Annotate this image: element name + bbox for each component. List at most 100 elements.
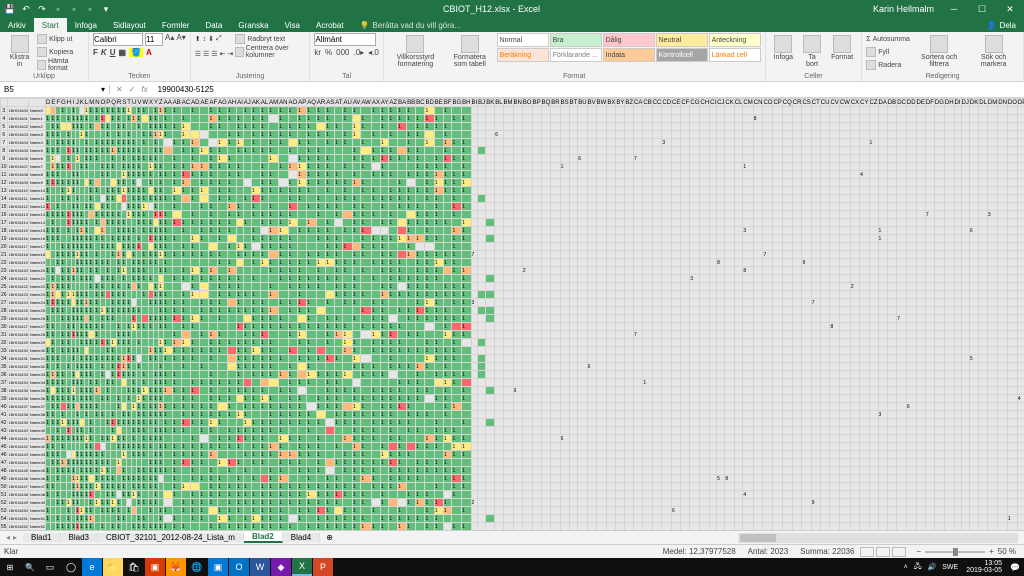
- number-format-select[interactable]: [314, 33, 376, 46]
- excel-icon[interactable]: X: [292, 558, 312, 576]
- search-taskbar-icon[interactable]: 🔍: [20, 563, 40, 572]
- zoom-out-button[interactable]: −: [916, 547, 921, 556]
- save-icon[interactable]: 💾: [4, 3, 16, 15]
- align-middle-icon[interactable]: ↕: [203, 36, 207, 43]
- sheet-tab-blad3[interactable]: Blad3: [61, 533, 98, 542]
- delete-cells-button[interactable]: Ta bort: [799, 33, 825, 70]
- tab-infoga[interactable]: Infoga: [67, 18, 105, 32]
- format-cells-button[interactable]: Format: [827, 33, 857, 63]
- explorer-icon[interactable]: 📁: [103, 558, 123, 576]
- indent-inc-icon[interactable]: ⇥: [227, 50, 233, 58]
- word-icon[interactable]: W: [250, 558, 270, 576]
- fx-icon[interactable]: fx: [141, 85, 147, 94]
- app3-icon[interactable]: ▣: [208, 558, 228, 576]
- undo-icon[interactable]: ↶: [20, 3, 32, 15]
- tray-network-icon[interactable]: 🖧: [914, 562, 922, 573]
- cell-style[interactable]: Kontrollcell: [656, 48, 708, 62]
- tab-granska[interactable]: Granska: [230, 18, 276, 32]
- sheet-nav-prev-icon[interactable]: ◂: [6, 533, 10, 542]
- cortana-icon[interactable]: ◯: [61, 558, 81, 576]
- qat3-icon[interactable]: ▫: [84, 3, 96, 15]
- tab-visa[interactable]: Visa: [277, 18, 308, 32]
- minimize-icon[interactable]: ─: [940, 4, 968, 15]
- tab-arkiv[interactable]: Arkiv: [0, 18, 34, 32]
- app5-icon[interactable]: ◆: [271, 558, 291, 576]
- chevron-down-icon[interactable]: ▾: [101, 85, 105, 94]
- font-size-select[interactable]: [145, 33, 163, 46]
- border-button[interactable]: ▦: [118, 48, 126, 57]
- taskbar-clock[interactable]: 13:05 2019-03-05: [962, 560, 1006, 574]
- inc-decimal-button[interactable]: .0▸: [353, 48, 364, 57]
- cell-styles[interactable]: NormalBraDåligNeutralAnteckningBeräkning…: [497, 33, 761, 62]
- font-color-button[interactable]: A: [146, 48, 152, 57]
- sheet-tab-blad1[interactable]: Blad1: [23, 533, 60, 542]
- find-select-button[interactable]: Sök och markera: [968, 33, 1019, 70]
- share-button[interactable]: 👤Dela: [979, 21, 1024, 30]
- paste-button[interactable]: Klistra in: [4, 33, 35, 70]
- insert-cells-button[interactable]: Infoga: [770, 33, 797, 63]
- add-sheet-button[interactable]: ⊕: [320, 533, 339, 542]
- format-painter-button[interactable]: Hämta format: [37, 59, 84, 71]
- firefox-icon[interactable]: 🦊: [166, 558, 186, 576]
- sheet-tab-lista[interactable]: CBIOT_32101_2012-08-24_Lista_m: [98, 533, 244, 542]
- percent-button[interactable]: %: [325, 48, 332, 57]
- taskview-icon[interactable]: ▭: [40, 558, 60, 576]
- fill-button[interactable]: Fyll: [866, 46, 910, 58]
- close-icon[interactable]: ✕: [996, 4, 1024, 15]
- formula-bar[interactable]: 19900430-5125: [154, 85, 1024, 94]
- tab-formler[interactable]: Formler: [154, 18, 198, 32]
- edge-icon[interactable]: e: [82, 558, 102, 576]
- cancel-formula-icon[interactable]: ✕: [116, 85, 123, 94]
- conditional-format-button[interactable]: Villkorsstyrd formatering: [388, 33, 443, 70]
- autosum-button[interactable]: ΣAutosumma: [866, 33, 910, 45]
- align-bottom-icon[interactable]: ⬇: [208, 35, 214, 43]
- sheet-tab-blad4[interactable]: Blad4: [283, 533, 320, 542]
- view-break-icon[interactable]: [892, 547, 906, 557]
- clear-button[interactable]: Radera: [866, 59, 910, 71]
- redo-icon[interactable]: ↷: [36, 3, 48, 15]
- view-normal-icon[interactable]: [860, 547, 874, 557]
- currency-button[interactable]: kr: [314, 48, 321, 57]
- worksheet-grid[interactable]: DEFGHIJKLMNOPQRSTUVWXYZAAABACADAEAFAGAHA…: [0, 98, 1024, 530]
- merge-center-button[interactable]: Centrera över kolumner: [235, 46, 305, 58]
- fill-color-button[interactable]: 🪣: [129, 48, 143, 57]
- cell-style[interactable]: Beräkning: [497, 48, 549, 62]
- underline-button[interactable]: U: [110, 48, 116, 57]
- sheet-tab-blad2[interactable]: Blad2: [244, 532, 283, 543]
- zoom-slider[interactable]: [925, 551, 985, 553]
- cell-style[interactable]: Länkad cell: [709, 48, 761, 62]
- format-table-button[interactable]: Formatera som tabell: [445, 33, 495, 70]
- tell-me[interactable]: 💡Berätta vad du vill göra...: [352, 21, 469, 30]
- qat-more-icon[interactable]: ▾: [100, 3, 112, 15]
- cell-style[interactable]: Indata: [603, 48, 655, 62]
- dec-decimal-button[interactable]: ◂.0: [368, 48, 379, 57]
- tab-sidlayout[interactable]: Sidlayout: [105, 18, 154, 32]
- sheet-nav-next-icon[interactable]: ▸: [13, 533, 17, 542]
- comma-button[interactable]: 000: [336, 48, 349, 57]
- shrink-font-icon[interactable]: A▾: [176, 33, 185, 46]
- store-icon[interactable]: 🛍: [124, 558, 144, 576]
- outlook-icon[interactable]: O: [229, 558, 249, 576]
- enter-formula-icon[interactable]: ✓: [129, 85, 136, 94]
- zoom-level[interactable]: 50 %: [998, 547, 1016, 556]
- zoom-in-button[interactable]: +: [989, 547, 994, 556]
- font-name-select[interactable]: [93, 33, 143, 46]
- qat2-icon[interactable]: ▫: [68, 3, 80, 15]
- copy-button[interactable]: Kopiera: [37, 46, 84, 58]
- horizontal-scrollbar[interactable]: [738, 533, 1018, 543]
- tray-volume-icon[interactable]: 🔊: [928, 563, 937, 571]
- align-right-icon[interactable]: ☰: [211, 50, 217, 58]
- align-top-icon[interactable]: ⬆: [195, 35, 201, 43]
- qat1-icon[interactable]: ▫: [52, 3, 64, 15]
- cell-style[interactable]: Bra: [550, 33, 602, 47]
- cell-style[interactable]: Normal: [497, 33, 549, 47]
- cell-style[interactable]: Dålig: [603, 33, 655, 47]
- start-button[interactable]: ⊞: [0, 558, 20, 576]
- indent-dec-icon[interactable]: ⇤: [220, 50, 226, 58]
- wrap-text-button[interactable]: Radbryt text: [235, 33, 305, 45]
- tray-up-icon[interactable]: ˄: [904, 564, 908, 571]
- align-left-icon[interactable]: ☰: [195, 50, 201, 58]
- powerpoint-icon[interactable]: P: [313, 558, 333, 576]
- cut-button[interactable]: Klipp ut: [37, 33, 84, 45]
- align-center-icon[interactable]: ☰: [203, 50, 209, 58]
